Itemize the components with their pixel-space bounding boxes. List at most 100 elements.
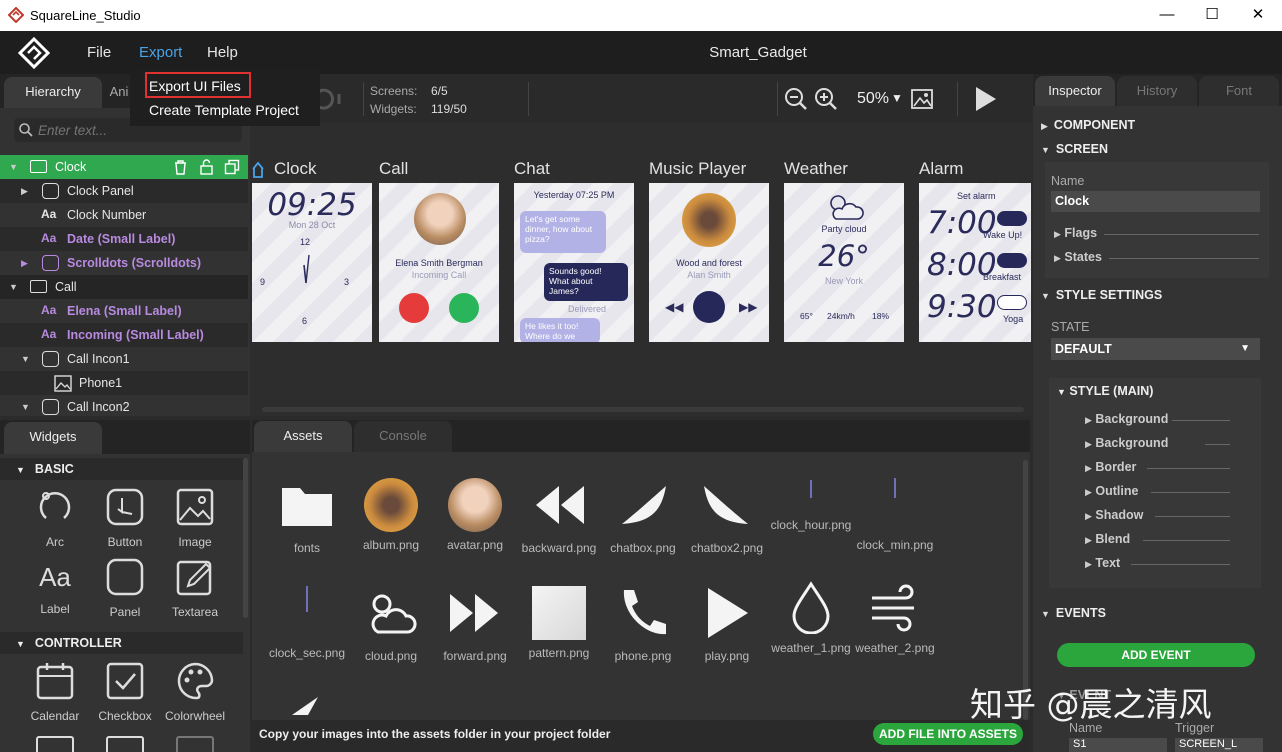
add-event-button[interactable]: ADD EVENT [1057,643,1255,667]
widget-button[interactable]: Button [90,488,160,549]
widget-arc[interactable]: Arc [20,488,90,549]
widget-calendar[interactable]: Calendar [20,662,90,723]
tab-console[interactable]: Console [354,421,452,452]
tab-font[interactable]: Font [1199,76,1279,106]
chevron-down-icon[interactable]: ▼ [9,275,18,299]
section-screen[interactable]: ▼ SCREEN [1035,138,1279,160]
section-controller[interactable]: ▼ CONTROLLER [0,632,243,654]
close-button[interactable]: ✕ [1246,4,1270,26]
tree-row-phone1[interactable]: Phone1 [0,371,248,395]
style-text-row[interactable]: ▶ Text [1085,556,1230,570]
asset-weather1[interactable]: weather_1.png [769,580,853,655]
style-border-row[interactable]: ▶ Border [1085,460,1230,474]
asset-chatbox2[interactable]: chatbox2.png [685,478,769,555]
style-blend-row[interactable]: ▶ Blend [1085,532,1230,546]
state-select[interactable]: DEFAULT ▼ [1051,338,1260,360]
section-style-settings[interactable]: ▼ STYLE SETTINGS [1035,284,1279,306]
asset-avatar[interactable]: avatar.png [433,478,517,552]
flags-row[interactable]: ▶ Flags [1054,226,1259,240]
screen-name-input[interactable]: Clock [1051,191,1260,212]
asset-phone[interactable]: phone.png [601,586,685,663]
add-file-into-assets-button[interactable]: ADD FILE INTO ASSETS [873,723,1023,745]
chevron-down-icon[interactable]: ▼ [21,395,30,416]
style-background2-row[interactable]: ▶ Background [1085,436,1230,450]
screen-title-chat[interactable]: Chat [514,159,550,179]
screen-thumb-call[interactable]: Elena Smith Bergman Incoming Call [379,183,499,342]
asset-clock-min[interactable]: clock_min.png [853,478,937,552]
asset-pattern[interactable]: pattern.png [517,586,601,660]
asset-backward[interactable]: backward.png [517,478,601,555]
asset-weather2[interactable]: weather_2.png [853,580,937,655]
tree-row-call[interactable]: ▼ Call [0,275,248,299]
maximize-button[interactable]: ☐ [1200,4,1224,26]
screen-title-clock[interactable]: Clock [274,159,317,179]
play-preview-icon[interactable] [974,86,998,112]
tree-row-call-incon1[interactable]: ▼ Call Incon1 [0,347,248,371]
screen-thumb-weather[interactable]: Party cloud 26° New York 65° 24km/h 18% [784,183,904,342]
states-row[interactable]: ▶ States [1054,250,1259,264]
trash-icon[interactable] [173,159,188,175]
screen-thumb-chat[interactable]: Yesterday 07:25 PM Let's get some dinner… [514,183,634,342]
minimize-button[interactable]: — [1155,4,1179,26]
tree-row-date[interactable]: Aa Date (Small Label) [0,227,248,251]
tree-row-incoming[interactable]: Aa Incoming (Small Label) [0,323,248,347]
style-background-row[interactable]: ▶ Background [1085,412,1230,426]
section-events[interactable]: ▼ EVENTS [1035,602,1279,624]
tab-history[interactable]: History [1117,76,1197,106]
tree-row-call-incon2[interactable]: ▼ Call Incon2 [0,395,248,416]
unlock-icon[interactable] [199,159,214,175]
chevron-right-icon[interactable]: ▶ [21,179,28,203]
zoom-in-icon[interactable] [814,87,838,111]
canvas-scrollbar[interactable] [262,407,1024,412]
tree-label: Clock Number [67,208,147,222]
screen-title-music[interactable]: Music Player [649,159,746,179]
screen-title-weather[interactable]: Weather [784,159,848,179]
screen-thumb-alarm[interactable]: Set alarm 7:00 Wake Up! 8:00 Breakfast 9… [919,183,1031,342]
tree-row-clock-number[interactable]: Aa Clock Number [0,203,248,227]
chevron-down-icon[interactable]: ▼ [21,347,30,371]
section-component[interactable]: ▶ COMPONENT [1035,114,1279,136]
asset-chatbox[interactable]: chatbox.png [601,478,685,555]
screen-title-alarm[interactable]: Alarm [919,159,963,179]
asset-fonts[interactable]: fonts [265,478,349,555]
tree-row-scrolldots[interactable]: ▶ Scrolldots (Scrolldots) [0,251,248,275]
asset-clock-sec[interactable]: clock_sec.png [265,586,349,660]
section-basic[interactable]: ▼ BASIC [0,458,243,480]
asset-cloud[interactable]: cloud.png [349,586,433,663]
widget-panel[interactable]: Panel [90,558,160,619]
event-trigger-select[interactable]: SCREEN_L [1175,738,1263,752]
tab-widgets[interactable]: Widgets [4,422,102,454]
tree-row-clock-panel[interactable]: ▶ Clock Panel [0,179,248,203]
asset-clock-hour[interactable]: clock_hour.png [769,472,853,532]
tab-assets[interactable]: Assets [254,421,352,452]
screen-thumb-clock[interactable]: 09:25 Mon 28 Oct 12 3 6 9 [252,183,372,342]
event-name-input[interactable]: S1 [1069,738,1167,752]
screen-title-call[interactable]: Call [379,159,408,179]
widget-image[interactable]: Image [160,488,230,549]
style-main-header[interactable]: ▼ STYLE (MAIN) [1057,384,1153,398]
widget-label[interactable]: Aa Label [20,558,90,616]
menu-item-create-template-project[interactable]: Create Template Project [149,102,299,118]
background-image-icon[interactable] [911,89,933,109]
widget-checkbox[interactable]: Checkbox [90,662,160,723]
chevron-right-icon[interactable]: ▶ [21,251,28,275]
asset-album[interactable]: album.png [349,478,433,552]
widgets-scrollbar[interactable] [243,458,248,618]
tree-row-clock[interactable]: ▼ Clock [0,155,248,179]
duplicate-icon[interactable] [224,159,240,175]
asset-play[interactable]: play.png [685,586,769,663]
tab-hierarchy[interactable]: Hierarchy [4,77,102,108]
tree-row-elena[interactable]: Aa Elena (Small Label) [0,299,248,323]
redo-icon[interactable] [336,86,344,112]
style-outline-row[interactable]: ▶ Outline [1085,484,1230,498]
screen-thumb-music[interactable]: Wood and forest Alan Smith ◀◀ ▶▶ [649,183,769,342]
zoom-dropdown-icon[interactable]: ▼ [891,91,903,105]
asset-forward[interactable]: forward.png [433,586,517,663]
tab-inspector[interactable]: Inspector [1035,76,1115,106]
zoom-level[interactable]: 50% [857,90,889,108]
style-shadow-row[interactable]: ▶ Shadow [1085,508,1230,522]
widget-textarea[interactable]: Textarea [160,558,230,619]
widget-colorwheel[interactable]: Colorwheel [160,662,230,723]
zoom-out-icon[interactable] [784,87,808,111]
chevron-down-icon[interactable]: ▼ [9,155,18,179]
